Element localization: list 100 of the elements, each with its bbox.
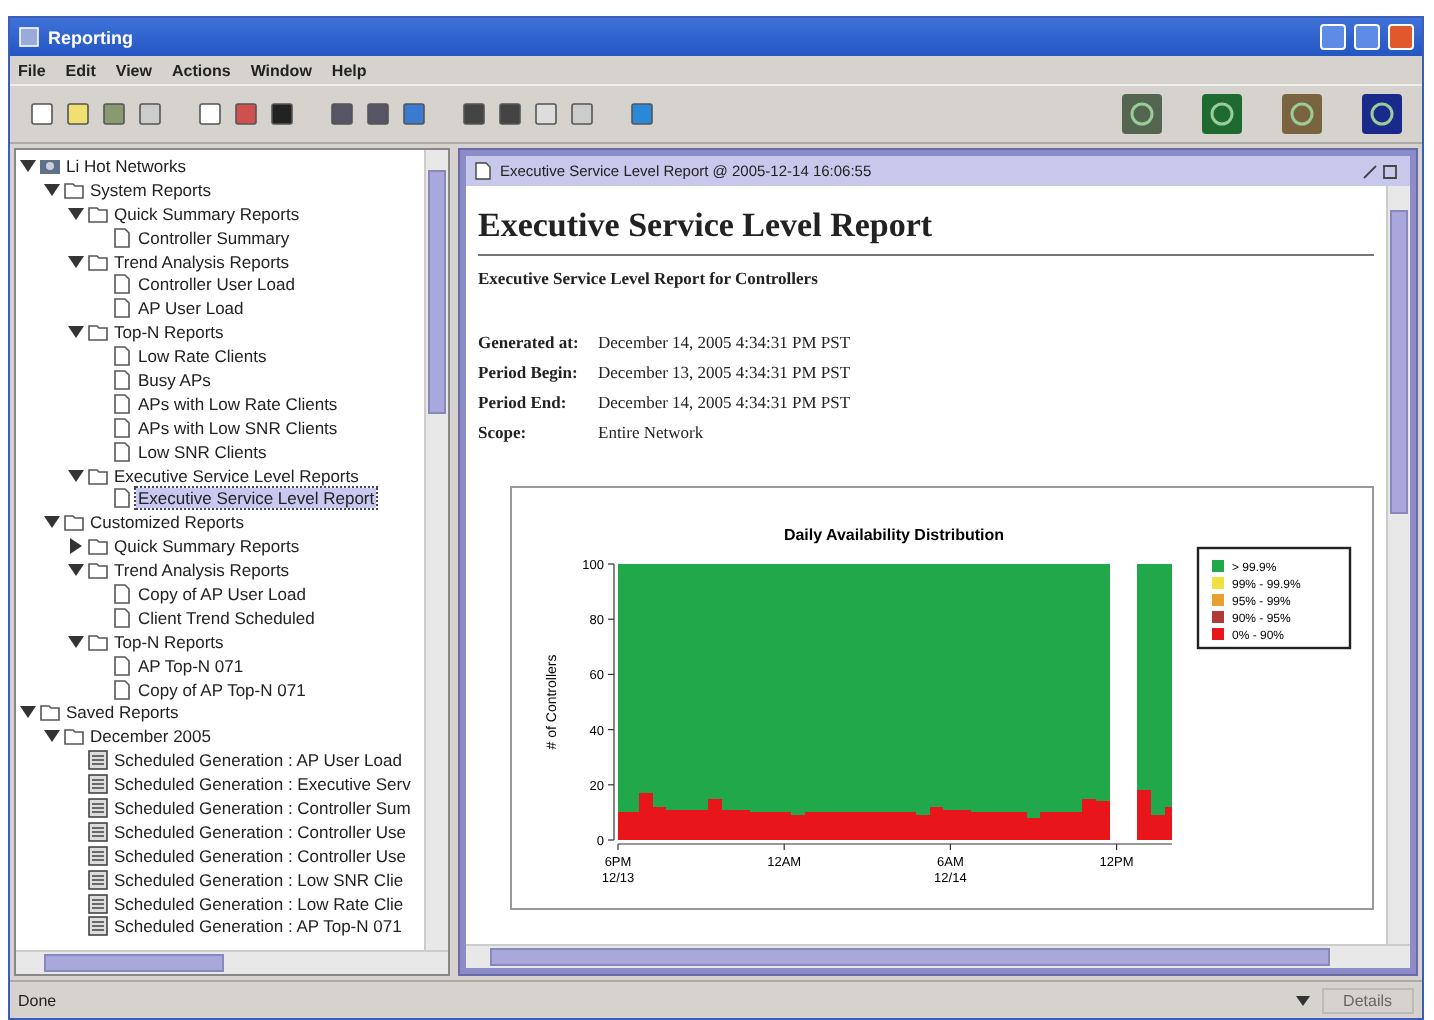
field-label: Scope: xyxy=(478,422,529,442)
document-icon xyxy=(112,607,132,628)
field-value: December 13, 2005 4:34:31 PM PST xyxy=(598,362,851,382)
close-button[interactable] xyxy=(1388,24,1414,50)
expander-icon[interactable] xyxy=(44,514,60,531)
tree-item[interactable]: Scheduled Generation : Controller Use xyxy=(112,821,408,842)
tree-item[interactable]: Top-N Reports xyxy=(112,631,226,652)
tree-item[interactable]: Executive Service Level Reports xyxy=(112,465,361,486)
tree-item[interactable]: Scheduled Generation : Low Rate Clie xyxy=(112,893,406,914)
tree-item[interactable]: Trend Analysis Reports xyxy=(112,251,292,271)
expander-icon[interactable] xyxy=(68,205,84,222)
dropdown-arrow-icon[interactable] xyxy=(1295,995,1310,1005)
document-icon xyxy=(112,488,132,509)
tree-item[interactable]: Busy APs xyxy=(136,369,213,390)
menu-item[interactable]: Help xyxy=(331,61,367,79)
tree-item[interactable]: Trend Analysis Reports xyxy=(112,560,292,581)
toolbar-icon[interactable] xyxy=(1122,94,1162,134)
tree-item[interactable]: AP User Load xyxy=(136,298,246,319)
saved-report-icon xyxy=(88,893,108,914)
document-icon xyxy=(112,655,132,676)
document-icon xyxy=(112,227,132,248)
tree-item[interactable]: Quick Summary Reports xyxy=(112,536,302,557)
document-icon xyxy=(112,346,132,367)
tree-item[interactable]: Scheduled Generation : Executive Serv xyxy=(112,774,413,795)
window-title: Reporting xyxy=(48,27,135,47)
tree-item[interactable]: Scheduled Generation : AP User Load xyxy=(112,750,404,771)
document-icon xyxy=(112,393,132,414)
expander-icon[interactable] xyxy=(68,467,84,484)
saved-report-icon xyxy=(88,869,108,890)
tree-item[interactable]: Scheduled Generation : Controller Use xyxy=(112,845,408,866)
document-icon xyxy=(112,679,132,700)
expander-icon[interactable] xyxy=(68,562,84,579)
expander-icon[interactable] xyxy=(68,538,84,555)
tree-item[interactable]: Low SNR Clients xyxy=(136,441,269,462)
toolbar-icon[interactable] xyxy=(1202,94,1242,134)
vertical-scrollbar[interactable] xyxy=(424,150,448,950)
folder-icon xyxy=(40,702,60,723)
document-icon xyxy=(112,417,132,438)
tree-item[interactable]: Executive Service Level Report xyxy=(136,488,377,509)
folder-icon xyxy=(88,465,108,486)
tree-item[interactable]: Li Hot Networks xyxy=(64,155,188,176)
menu-item[interactable]: View xyxy=(115,61,152,79)
app-icon xyxy=(18,26,40,48)
menu-item[interactable]: Window xyxy=(250,61,312,79)
chart-title: Daily Availability Distribution xyxy=(783,526,1005,544)
expander-icon[interactable] xyxy=(68,324,84,341)
tree-item[interactable]: AP Top-N 071 xyxy=(136,655,246,676)
toolbar-icon[interactable] xyxy=(1362,94,1402,134)
expander-icon[interactable] xyxy=(20,157,36,174)
toolbar-icon[interactable] xyxy=(1282,94,1322,134)
field-value: Entire Network xyxy=(598,422,706,442)
folder-icon xyxy=(88,631,108,652)
horizontal-scrollbar[interactable] xyxy=(16,950,448,974)
menu-item[interactable]: Edit xyxy=(65,61,96,79)
tree-item[interactable]: December 2005 xyxy=(88,726,213,747)
network-icon xyxy=(40,155,60,176)
expander-icon[interactable] xyxy=(44,181,60,198)
tree-item[interactable]: Client Trend Scheduled xyxy=(136,607,317,628)
vertical-scrollbar[interactable] xyxy=(1386,186,1410,944)
tree-item[interactable]: Copy of AP User Load xyxy=(136,583,308,604)
status-text: Done xyxy=(18,991,59,1009)
tree-item[interactable]: System Reports xyxy=(88,179,213,200)
horizontal-scrollbar[interactable] xyxy=(466,944,1410,968)
tree-item[interactable]: Saved Reports xyxy=(64,702,181,723)
folder-icon xyxy=(88,536,108,557)
window-controls-icon[interactable] xyxy=(1362,162,1402,180)
field-value: December 14, 2005 4:34:31 PM PST xyxy=(598,392,851,412)
document-icon xyxy=(112,274,132,295)
tree-item[interactable]: Scheduled Generation : AP Top-N 071 xyxy=(112,916,404,937)
maximize-button[interactable] xyxy=(1354,24,1380,50)
menu-item[interactable]: File xyxy=(18,61,46,79)
menu-item[interactable]: Actions xyxy=(171,61,231,79)
tree-item[interactable]: APs with Low SNR Clients xyxy=(136,417,340,438)
saved-report-icon xyxy=(88,845,108,866)
expander-icon[interactable] xyxy=(68,633,84,650)
minimize-button[interactable] xyxy=(1320,24,1346,50)
expander-icon[interactable] xyxy=(20,704,36,721)
folder-icon xyxy=(64,512,84,533)
tree-item[interactable]: Controller Summary xyxy=(136,227,292,248)
tree-item[interactable]: Customized Reports xyxy=(88,512,247,533)
document-icon xyxy=(474,162,492,180)
tree-item[interactable]: Top-N Reports xyxy=(112,322,226,343)
tree-item[interactable]: Scheduled Generation : Controller Sum xyxy=(112,797,413,818)
tree-item[interactable]: Quick Summary Reports xyxy=(112,203,302,224)
tree-item[interactable]: Copy of AP Top-N 071 xyxy=(136,679,308,700)
saved-report-icon xyxy=(88,821,108,842)
document-icon xyxy=(112,369,132,390)
report-heading: Executive Service Level Report xyxy=(478,206,935,246)
saved-report-icon xyxy=(88,750,108,771)
folder-icon xyxy=(64,726,84,747)
tree-item[interactable]: Controller User Load xyxy=(136,274,297,295)
tree-item[interactable]: APs with Low Rate Clients xyxy=(136,393,340,414)
folder-icon xyxy=(88,203,108,224)
expander-icon[interactable] xyxy=(68,253,84,269)
tree-item[interactable]: Low Rate Clients xyxy=(136,346,269,367)
field-label: Generated at: xyxy=(478,332,581,352)
folder-icon xyxy=(88,322,108,343)
field-label: Period Begin: xyxy=(478,362,580,382)
expander-icon[interactable] xyxy=(44,728,60,745)
tree-item[interactable]: Scheduled Generation : Low SNR Clie xyxy=(112,869,406,890)
